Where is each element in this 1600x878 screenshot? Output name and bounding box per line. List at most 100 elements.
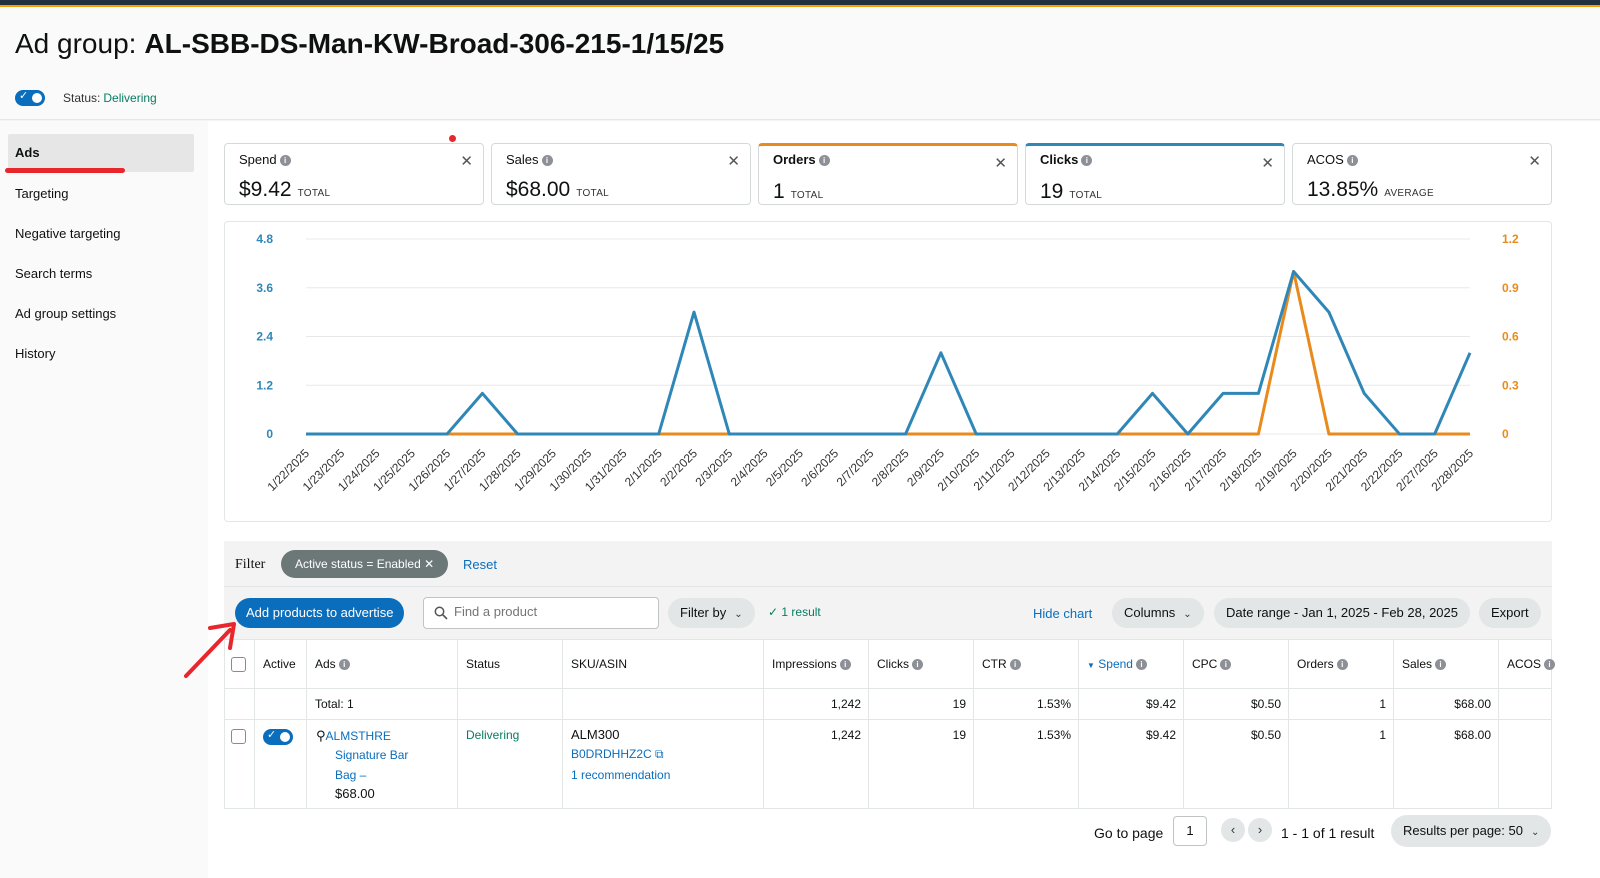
y-axis-left-tick-label: 3.6 xyxy=(256,281,273,295)
y-axis-left-tick-label: 1.2 xyxy=(256,378,273,392)
info-icon[interactable]: i xyxy=(839,659,851,671)
columns-label: Columns xyxy=(1124,605,1176,620)
search-input[interactable] xyxy=(454,604,654,619)
close-icon[interactable]: ✕ xyxy=(727,152,740,170)
metric-card-acos[interactable]: ACOS i 13.85% AVERAGE ✕ xyxy=(1292,143,1552,205)
total-sales: $68.00 xyxy=(1454,697,1491,711)
sidebar-item-history[interactable]: History xyxy=(8,335,194,373)
product-brand-link[interactable]: ALMSTHRE xyxy=(326,729,391,743)
col-divider xyxy=(868,639,869,809)
header-label: Sales xyxy=(1402,657,1433,671)
row-spend: $9.42 xyxy=(1145,728,1176,742)
close-icon[interactable]: ✕ xyxy=(994,154,1007,172)
find-product-search[interactable] xyxy=(423,597,659,629)
info-icon[interactable]: i xyxy=(1220,659,1232,671)
sidebar-item-targeting[interactable]: Targeting xyxy=(8,175,194,213)
column-header-ctr[interactable]: CTR i xyxy=(982,657,1021,671)
info-icon[interactable]: i xyxy=(1009,659,1021,671)
column-header-spend[interactable]: ▼ Spend i xyxy=(1087,657,1147,671)
header-label: Orders xyxy=(1297,657,1334,671)
column-header-cpc[interactable]: CPC i xyxy=(1192,657,1232,671)
result-count: ✓ 1 result xyxy=(768,605,821,619)
metric-value: $9.42 xyxy=(239,178,292,201)
info-icon[interactable]: i xyxy=(818,155,830,167)
ad-active-toggle[interactable]: ✓ xyxy=(263,729,293,745)
column-header-orders[interactable]: Orders i xyxy=(1297,657,1348,671)
metric-type: TOTAL xyxy=(1069,190,1103,201)
product-title-line2[interactable]: Signature Bar xyxy=(335,748,408,762)
next-page-button[interactable]: › xyxy=(1248,818,1272,842)
table-divider xyxy=(225,688,1551,689)
sidebar-item-ads[interactable]: Ads xyxy=(8,134,194,172)
recommendation-link[interactable]: 1 recommendation xyxy=(571,768,670,782)
col-divider xyxy=(306,639,307,809)
sidebar-item-ad-group-settings[interactable]: Ad group settings xyxy=(8,295,194,333)
info-icon[interactable]: i xyxy=(1336,659,1348,671)
sidebar-item-search-terms[interactable]: Search terms xyxy=(8,255,194,293)
asin-link[interactable]: B0DRDHHZ2C ⧉ xyxy=(571,747,664,762)
column-header-sku-asin[interactable]: SKU/ASIN xyxy=(571,657,627,671)
header-label: CPC xyxy=(1192,657,1218,671)
prev-page-button[interactable]: ‹ xyxy=(1221,818,1245,842)
y-axis-right-tick-label: 1.2 xyxy=(1502,232,1519,246)
sidebar-item-negative-targeting[interactable]: Negative targeting xyxy=(8,215,194,253)
info-icon[interactable]: i xyxy=(912,659,923,671)
columns-dropdown[interactable]: Columns ⌄ xyxy=(1112,598,1204,628)
results-per-page-dropdown[interactable]: Results per page: 50 ⌄ xyxy=(1391,815,1552,847)
metric-card-spend[interactable]: Spend i $9.42 TOTAL ✕ xyxy=(224,143,484,205)
close-icon[interactable]: ✕ xyxy=(1261,154,1274,172)
header-label: Ads xyxy=(315,657,336,671)
row-checkbox[interactable] xyxy=(231,729,246,744)
col-divider xyxy=(1183,639,1184,809)
metric-card-sales[interactable]: Sales i $68.00 TOTAL ✕ xyxy=(491,143,751,205)
column-header-sales[interactable]: Sales i xyxy=(1402,657,1447,671)
check-icon: ✓ xyxy=(19,90,29,102)
col-divider xyxy=(1078,639,1079,809)
page-number-input[interactable]: 1 xyxy=(1173,816,1207,846)
metric-value: 13.85% xyxy=(1307,178,1379,201)
info-icon[interactable]: i xyxy=(1081,155,1093,167)
info-icon[interactable]: i xyxy=(541,155,553,167)
column-header-active[interactable]: Active xyxy=(263,657,296,671)
ad-group-toggle[interactable]: ✓ xyxy=(15,90,45,106)
header-label: ACOS xyxy=(1507,657,1542,671)
red-annotation-underline xyxy=(5,168,125,173)
metric-type: TOTAL xyxy=(790,190,824,201)
info-icon[interactable]: i xyxy=(279,155,291,167)
x-axis-tick-label: 2/8/2025 xyxy=(869,446,912,489)
header-label: Clicks xyxy=(877,657,909,671)
x-axis-tick-label: 2/5/2025 xyxy=(763,446,806,489)
close-icon[interactable]: ✕ xyxy=(1528,152,1541,170)
row-cpc: $0.50 xyxy=(1250,728,1281,742)
hide-chart-link[interactable]: Hide chart xyxy=(1033,606,1092,621)
product-title-line3[interactable]: Bag – xyxy=(335,768,366,782)
metric-card-clicks[interactable]: Clicks i 19 TOTAL ✕ xyxy=(1025,143,1285,205)
results-per-page-label: Results per page: 50 xyxy=(1403,823,1523,838)
info-icon[interactable]: i xyxy=(338,659,350,671)
info-icon[interactable]: i xyxy=(1435,659,1447,671)
close-icon[interactable]: ✕ xyxy=(424,557,434,571)
close-icon[interactable]: ✕ xyxy=(460,152,473,170)
x-axis-tick-label: 2/2/2025 xyxy=(657,446,700,489)
column-header-impressions[interactable]: Impressions i xyxy=(772,657,851,671)
info-icon[interactable]: i xyxy=(1544,659,1556,671)
result-text: 1 result xyxy=(781,605,821,619)
metric-card-orders[interactable]: Orders i 1 TOTAL ✕ xyxy=(758,143,1018,205)
column-header-acos[interactable]: ACOS i xyxy=(1507,657,1556,671)
filter-chip-active-status[interactable]: Active status = Enabled ✕ xyxy=(281,550,449,578)
date-range-button[interactable]: Date range - Jan 1, 2025 - Feb 28, 2025 xyxy=(1214,598,1470,628)
export-button[interactable]: Export xyxy=(1479,598,1541,628)
filter-by-dropdown[interactable]: Filter by ⌄ xyxy=(668,598,755,628)
info-icon[interactable]: i xyxy=(1135,659,1147,671)
column-header-clicks[interactable]: Clicks i xyxy=(877,657,923,671)
add-products-button[interactable]: Add products to advertise xyxy=(235,598,405,628)
red-annotation-arrow xyxy=(184,622,236,678)
go-to-page-label: Go to page xyxy=(1094,825,1164,841)
column-header-status[interactable]: Status xyxy=(466,657,500,671)
column-header-ads[interactable]: Ads i xyxy=(315,657,350,671)
asin-text: B0DRDHHZ2C xyxy=(571,747,652,761)
col-divider xyxy=(973,639,974,809)
reset-filter-link[interactable]: Reset xyxy=(463,557,497,572)
y-axis-right-tick-label: 0 xyxy=(1502,427,1509,441)
info-icon[interactable]: i xyxy=(1346,155,1358,167)
